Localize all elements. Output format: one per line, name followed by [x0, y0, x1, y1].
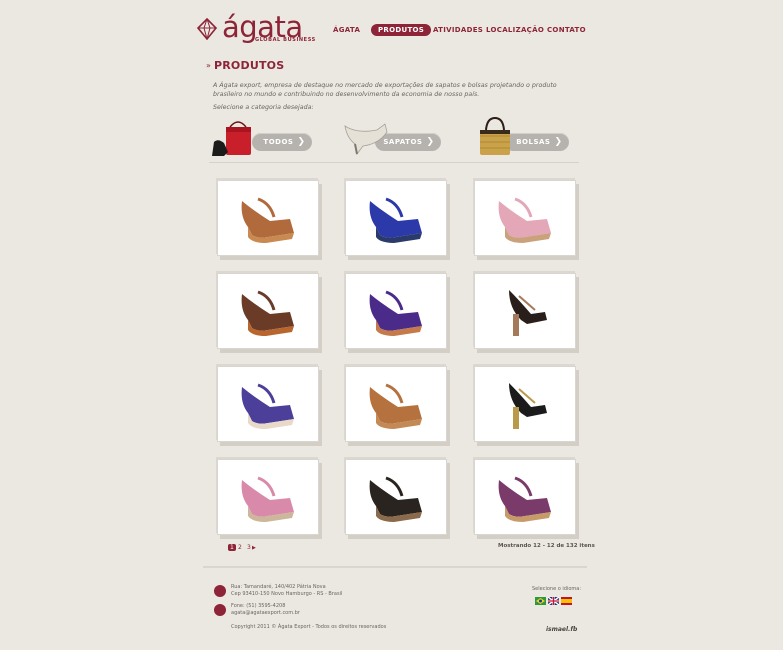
product-card[interactable] [217, 366, 319, 442]
category-label: TODOS [263, 138, 294, 146]
product-image[interactable] [218, 460, 318, 534]
nav-agata[interactable]: ÁGATA [333, 26, 360, 34]
copyright: Copyright 2011 © Ágata Export - Todos os… [231, 624, 387, 630]
product-image[interactable] [346, 460, 446, 534]
category-bolsas-button[interactable]: BOLSAS ❯ [504, 133, 569, 151]
product-image[interactable] [475, 367, 575, 441]
product-card[interactable] [345, 459, 447, 535]
product-card[interactable] [217, 459, 319, 535]
location-pin-icon [214, 585, 226, 597]
product-card[interactable] [474, 180, 576, 256]
designer-credit[interactable]: ismael.fb [546, 626, 577, 633]
product-image[interactable] [475, 274, 575, 348]
nav-localizacao[interactable]: LOCALIZAÇÃO [486, 26, 544, 34]
product-card[interactable] [474, 273, 576, 349]
product-card[interactable] [217, 273, 319, 349]
category-bolsas[interactable]: BOLSAS ❯ [477, 116, 571, 158]
uk-flag-icon[interactable] [548, 597, 559, 605]
contact: Fone: (51) 3595-4208 agata@agataexport.c… [231, 603, 300, 616]
title-arrow-icon: » [206, 61, 211, 70]
category-prompt: Selecione a categoria desejada: [213, 104, 314, 111]
phone-icon [214, 604, 226, 616]
product-image[interactable] [218, 274, 318, 348]
handbag-icon [480, 116, 510, 155]
next-page-icon[interactable]: ▶ [252, 545, 256, 551]
bag-and-shoe-icon [212, 121, 251, 156]
product-card[interactable] [345, 180, 447, 256]
spain-flag-icon[interactable] [561, 597, 572, 605]
shoe-icon [344, 123, 388, 155]
product-card[interactable] [345, 273, 447, 349]
brazil-flag-icon[interactable] [535, 597, 546, 605]
category-todos[interactable]: TODOS ❯ [210, 118, 314, 158]
product-card[interactable] [345, 366, 447, 442]
logo-icon [196, 17, 218, 41]
language-label: Selecione o idioma: [532, 586, 582, 592]
nav-contato[interactable]: CONTATO [547, 26, 586, 34]
page-title: PRODUTOS [214, 59, 285, 72]
address-line-2: Cep 93410-150 Novo Hamburgo - RS - Brasi… [231, 590, 343, 597]
page-1[interactable]: 1 [228, 544, 236, 551]
brand-tagline: GLOBAL BUSINESS [255, 37, 316, 43]
chevron-right-icon: ❯ [554, 137, 562, 147]
nav-atividades[interactable]: ATIVIDADES [433, 26, 483, 34]
address-line-1: Rua: Tamandaré, 140/402 Pátria Nova [231, 584, 326, 590]
email-link[interactable]: agata@agataexport.com.br [231, 610, 300, 617]
product-image[interactable] [218, 181, 318, 255]
product-image[interactable] [475, 181, 575, 255]
chevron-right-icon: ❯ [297, 137, 305, 147]
page-2[interactable]: 2 [238, 544, 242, 551]
category-sapatos[interactable]: SAPATOS ❯ [343, 118, 443, 158]
product-card[interactable] [474, 366, 576, 442]
product-image[interactable] [346, 181, 446, 255]
results-count: Mostrando 12 - 12 de 132 itens [498, 543, 595, 549]
address: Rua: Tamandaré, 140/402 Pátria Nova Cep … [231, 584, 342, 597]
product-image[interactable] [346, 274, 446, 348]
product-card[interactable] [474, 459, 576, 535]
category-label: BOLSAS [516, 138, 551, 146]
product-image[interactable] [346, 367, 446, 441]
product-image[interactable] [218, 367, 318, 441]
page-3[interactable]: 3 [247, 544, 251, 551]
divider [209, 162, 579, 163]
intro-text: A Ágata export, empresa de destaque no m… [213, 82, 557, 98]
nav-produtos[interactable]: PRODUTOS [371, 24, 432, 36]
chevron-right-icon: ❯ [426, 137, 434, 147]
product-card[interactable] [217, 180, 319, 256]
product-image[interactable] [475, 460, 575, 534]
footer-divider [203, 566, 587, 568]
